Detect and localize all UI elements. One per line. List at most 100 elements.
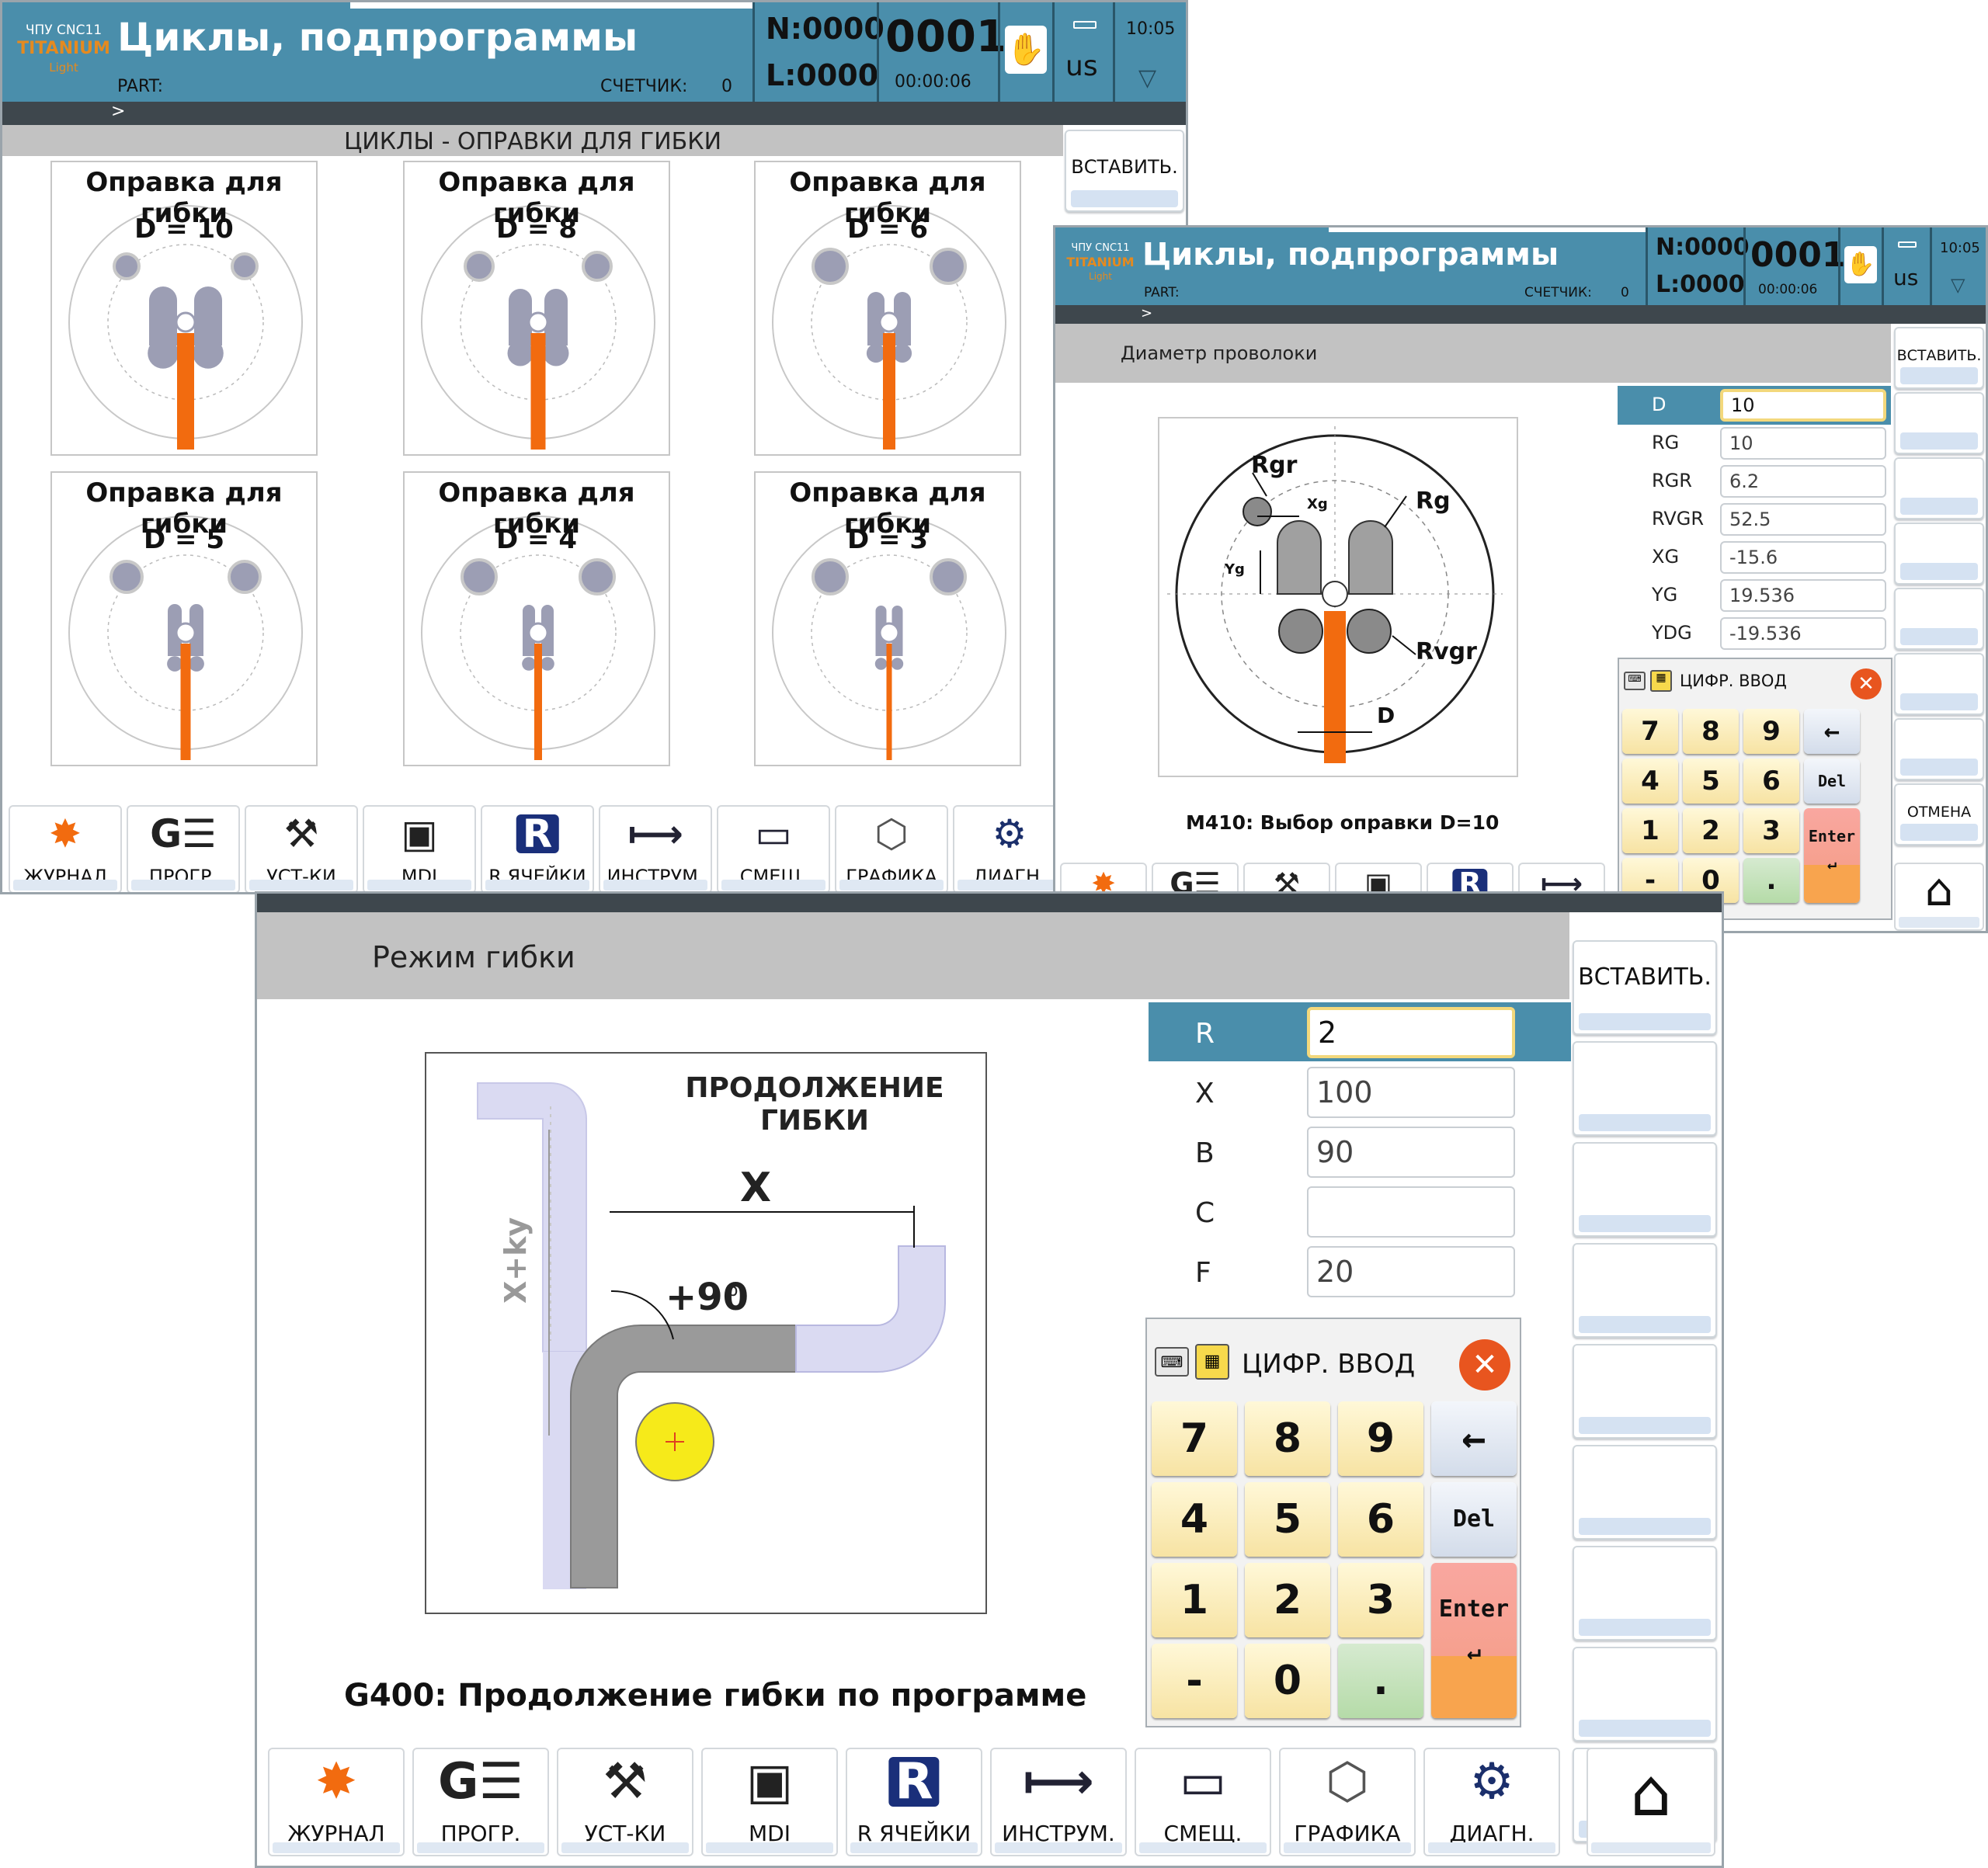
enter-key[interactable]: Enter ↵ — [1431, 1563, 1517, 1718]
key-4[interactable]: 4 — [1152, 1482, 1237, 1557]
mandrel-card[interactable]: Оправка для гибки D = 8 — [403, 161, 670, 456]
nav-button-2[interactable]: G☰ПРОГР. — [412, 1748, 549, 1856]
param-input-b[interactable]: 90 — [1307, 1127, 1515, 1178]
delete-key[interactable]: Del — [1431, 1482, 1517, 1557]
cancel-button[interactable]: ОТМЕНА — [1894, 783, 1984, 845]
softkey-7[interactable] — [1573, 1546, 1717, 1641]
calculator-icon[interactable]: ▦ — [1650, 670, 1672, 692]
key-5[interactable]: 5 — [1683, 759, 1739, 804]
key-3[interactable]: 3 — [1338, 1563, 1423, 1637]
stop-cell[interactable]: ✋ — [998, 2, 1052, 102]
nav-button-8[interactable]: ⬡ ГРАФИКА — [835, 805, 948, 892]
delete-key[interactable]: Del — [1804, 759, 1860, 804]
nav-button-3[interactable]: ⚒УСТ-КИ — [245, 805, 358, 892]
key-5[interactable]: 5 — [1245, 1482, 1330, 1557]
command-line[interactable]: > — [2, 102, 1186, 125]
backspace-key[interactable]: ← — [1431, 1401, 1517, 1476]
param-input-rgr[interactable]: 6.2 — [1720, 465, 1886, 498]
param-input-rg[interactable]: 10 — [1720, 427, 1886, 460]
backspace-key[interactable]: ← — [1804, 709, 1860, 754]
nav-button-3[interactable]: ⚒УСТ-КИ — [557, 1748, 693, 1856]
keyboard-icon[interactable]: ⌨ — [1624, 672, 1646, 690]
stop-cell[interactable]: ✋ — [1838, 227, 1882, 305]
param-input-c[interactable] — [1307, 1186, 1515, 1238]
language-cell[interactable]: us — [1882, 227, 1930, 305]
mandrel-card[interactable]: Оправка для гибки D = 6 — [754, 161, 1021, 456]
softkey-8[interactable] — [1573, 1647, 1717, 1741]
param-input-yg[interactable]: 19.536 — [1720, 579, 1886, 612]
home-button[interactable]: ⌂ — [1894, 863, 1984, 931]
enter-key[interactable]: Enter ↵ — [1804, 808, 1860, 903]
nav-button-4[interactable]: ▣MDI — [363, 805, 476, 892]
param-input-r[interactable]: 2 — [1307, 1007, 1515, 1058]
nav-button-5[interactable]: RR ЯЧЕЙКИ — [481, 805, 594, 892]
command-line[interactable]: > — [1055, 305, 1986, 324]
param-input-d[interactable]: 10 — [1720, 389, 1886, 422]
nav-button-7[interactable]: ▭ СМЕЩ. — [717, 805, 830, 892]
nav-button-2[interactable]: G☰ПРОГР. — [127, 805, 240, 892]
param-input-f[interactable]: 20 — [1307, 1246, 1515, 1297]
calculator-icon[interactable]: ▦ — [1195, 1344, 1229, 1380]
softkey-5[interactable] — [1573, 1344, 1717, 1439]
key-8[interactable]: 8 — [1683, 709, 1739, 754]
key-dot[interactable]: . — [1338, 1644, 1423, 1718]
key-4[interactable]: 4 — [1622, 759, 1678, 804]
key-0[interactable]: 0 — [1245, 1644, 1330, 1718]
mandrel-card[interactable]: Оправка для гибки D = 4 — [403, 471, 670, 766]
mandrel-card[interactable]: Оправка для гибки D = 3 — [754, 471, 1021, 766]
key-7[interactable]: 7 — [1622, 709, 1678, 754]
nav-button-8[interactable]: ⬡ ГРАФИКА — [1279, 1748, 1416, 1856]
nav-button-7[interactable]: ▭ СМЕЩ. — [1135, 1748, 1271, 1856]
softkey-3[interactable] — [1573, 1142, 1717, 1237]
key-6[interactable]: 6 — [1743, 759, 1799, 804]
softkey-4[interactable] — [1894, 523, 1984, 585]
insert-button[interactable]: ВСТАВИТЬ. — [1573, 940, 1717, 1035]
key-3[interactable]: 3 — [1743, 808, 1799, 853]
key-8[interactable]: 8 — [1245, 1401, 1330, 1476]
softkey-2[interactable] — [1573, 1041, 1717, 1136]
hand-stop-icon[interactable]: ✋ — [1844, 246, 1877, 283]
key-9[interactable]: 9 — [1338, 1401, 1423, 1476]
language-indicator[interactable]: us — [1893, 265, 1918, 290]
nav-button-6[interactable]: ⟼ИНСТРУМ. — [990, 1748, 1127, 1856]
nav-button-9[interactable]: ⚙ ДИАГН. — [953, 805, 1066, 892]
key-1[interactable]: 1 — [1622, 808, 1678, 853]
home-button[interactable]: ⌂ — [1587, 1748, 1715, 1856]
key-1[interactable]: 1 — [1152, 1563, 1237, 1637]
close-icon[interactable]: ✕ — [1459, 1339, 1510, 1391]
nav-button-1[interactable]: ✸ЖУРНАЛ — [9, 805, 122, 892]
nav-button-9[interactable]: ⚙ ДИАГН. — [1423, 1748, 1560, 1856]
nav-button-5[interactable]: RR ЯЧЕЙКИ — [846, 1748, 982, 1856]
key-9[interactable]: 9 — [1743, 709, 1799, 754]
key-dot[interactable]: . — [1743, 858, 1799, 903]
language-cell[interactable]: us — [1052, 2, 1113, 102]
key-6[interactable]: 6 — [1338, 1482, 1423, 1557]
softkey-5[interactable] — [1894, 588, 1984, 650]
softkey-4[interactable] — [1573, 1243, 1717, 1338]
insert-button[interactable]: ВСТАВИТЬ. — [1065, 130, 1184, 212]
key-7[interactable]: 7 — [1152, 1401, 1237, 1476]
key-2[interactable]: 2 — [1245, 1563, 1330, 1637]
nav-button-4[interactable]: ▣MDI — [701, 1748, 838, 1856]
language-indicator[interactable]: us — [1065, 50, 1098, 82]
nav-button-1[interactable]: ✸ЖУРНАЛ — [268, 1748, 405, 1856]
param-input-rvgr[interactable]: 52.5 — [1720, 503, 1886, 536]
softkey-7[interactable] — [1894, 718, 1984, 780]
softkey-6[interactable] — [1573, 1445, 1717, 1540]
command-line[interactable] — [257, 894, 1722, 912]
param-input-x[interactable]: 100 — [1307, 1067, 1515, 1118]
close-icon[interactable]: ✕ — [1851, 668, 1882, 700]
mandrel-card[interactable]: Оправка для гибки D = 5 — [50, 471, 318, 766]
key-minus[interactable]: - — [1152, 1644, 1237, 1718]
insert-button[interactable]: ВСТАВИТЬ. — [1894, 327, 1984, 389]
softkey-2[interactable] — [1894, 392, 1984, 454]
mandrel-card[interactable]: Оправка для гибки D = 10 — [50, 161, 318, 456]
param-input-ydg[interactable]: -19.536 — [1720, 617, 1886, 650]
key-2[interactable]: 2 — [1683, 808, 1739, 853]
softkey-3[interactable] — [1894, 457, 1984, 519]
hand-stop-icon[interactable]: ✋ — [1005, 26, 1047, 74]
keyboard-icon[interactable]: ⌨ — [1155, 1347, 1189, 1377]
softkey-6[interactable] — [1894, 653, 1984, 715]
param-input-xg[interactable]: -15.6 — [1720, 541, 1886, 574]
nav-button-6[interactable]: ⟼ИНСТРУМ. — [599, 805, 712, 892]
